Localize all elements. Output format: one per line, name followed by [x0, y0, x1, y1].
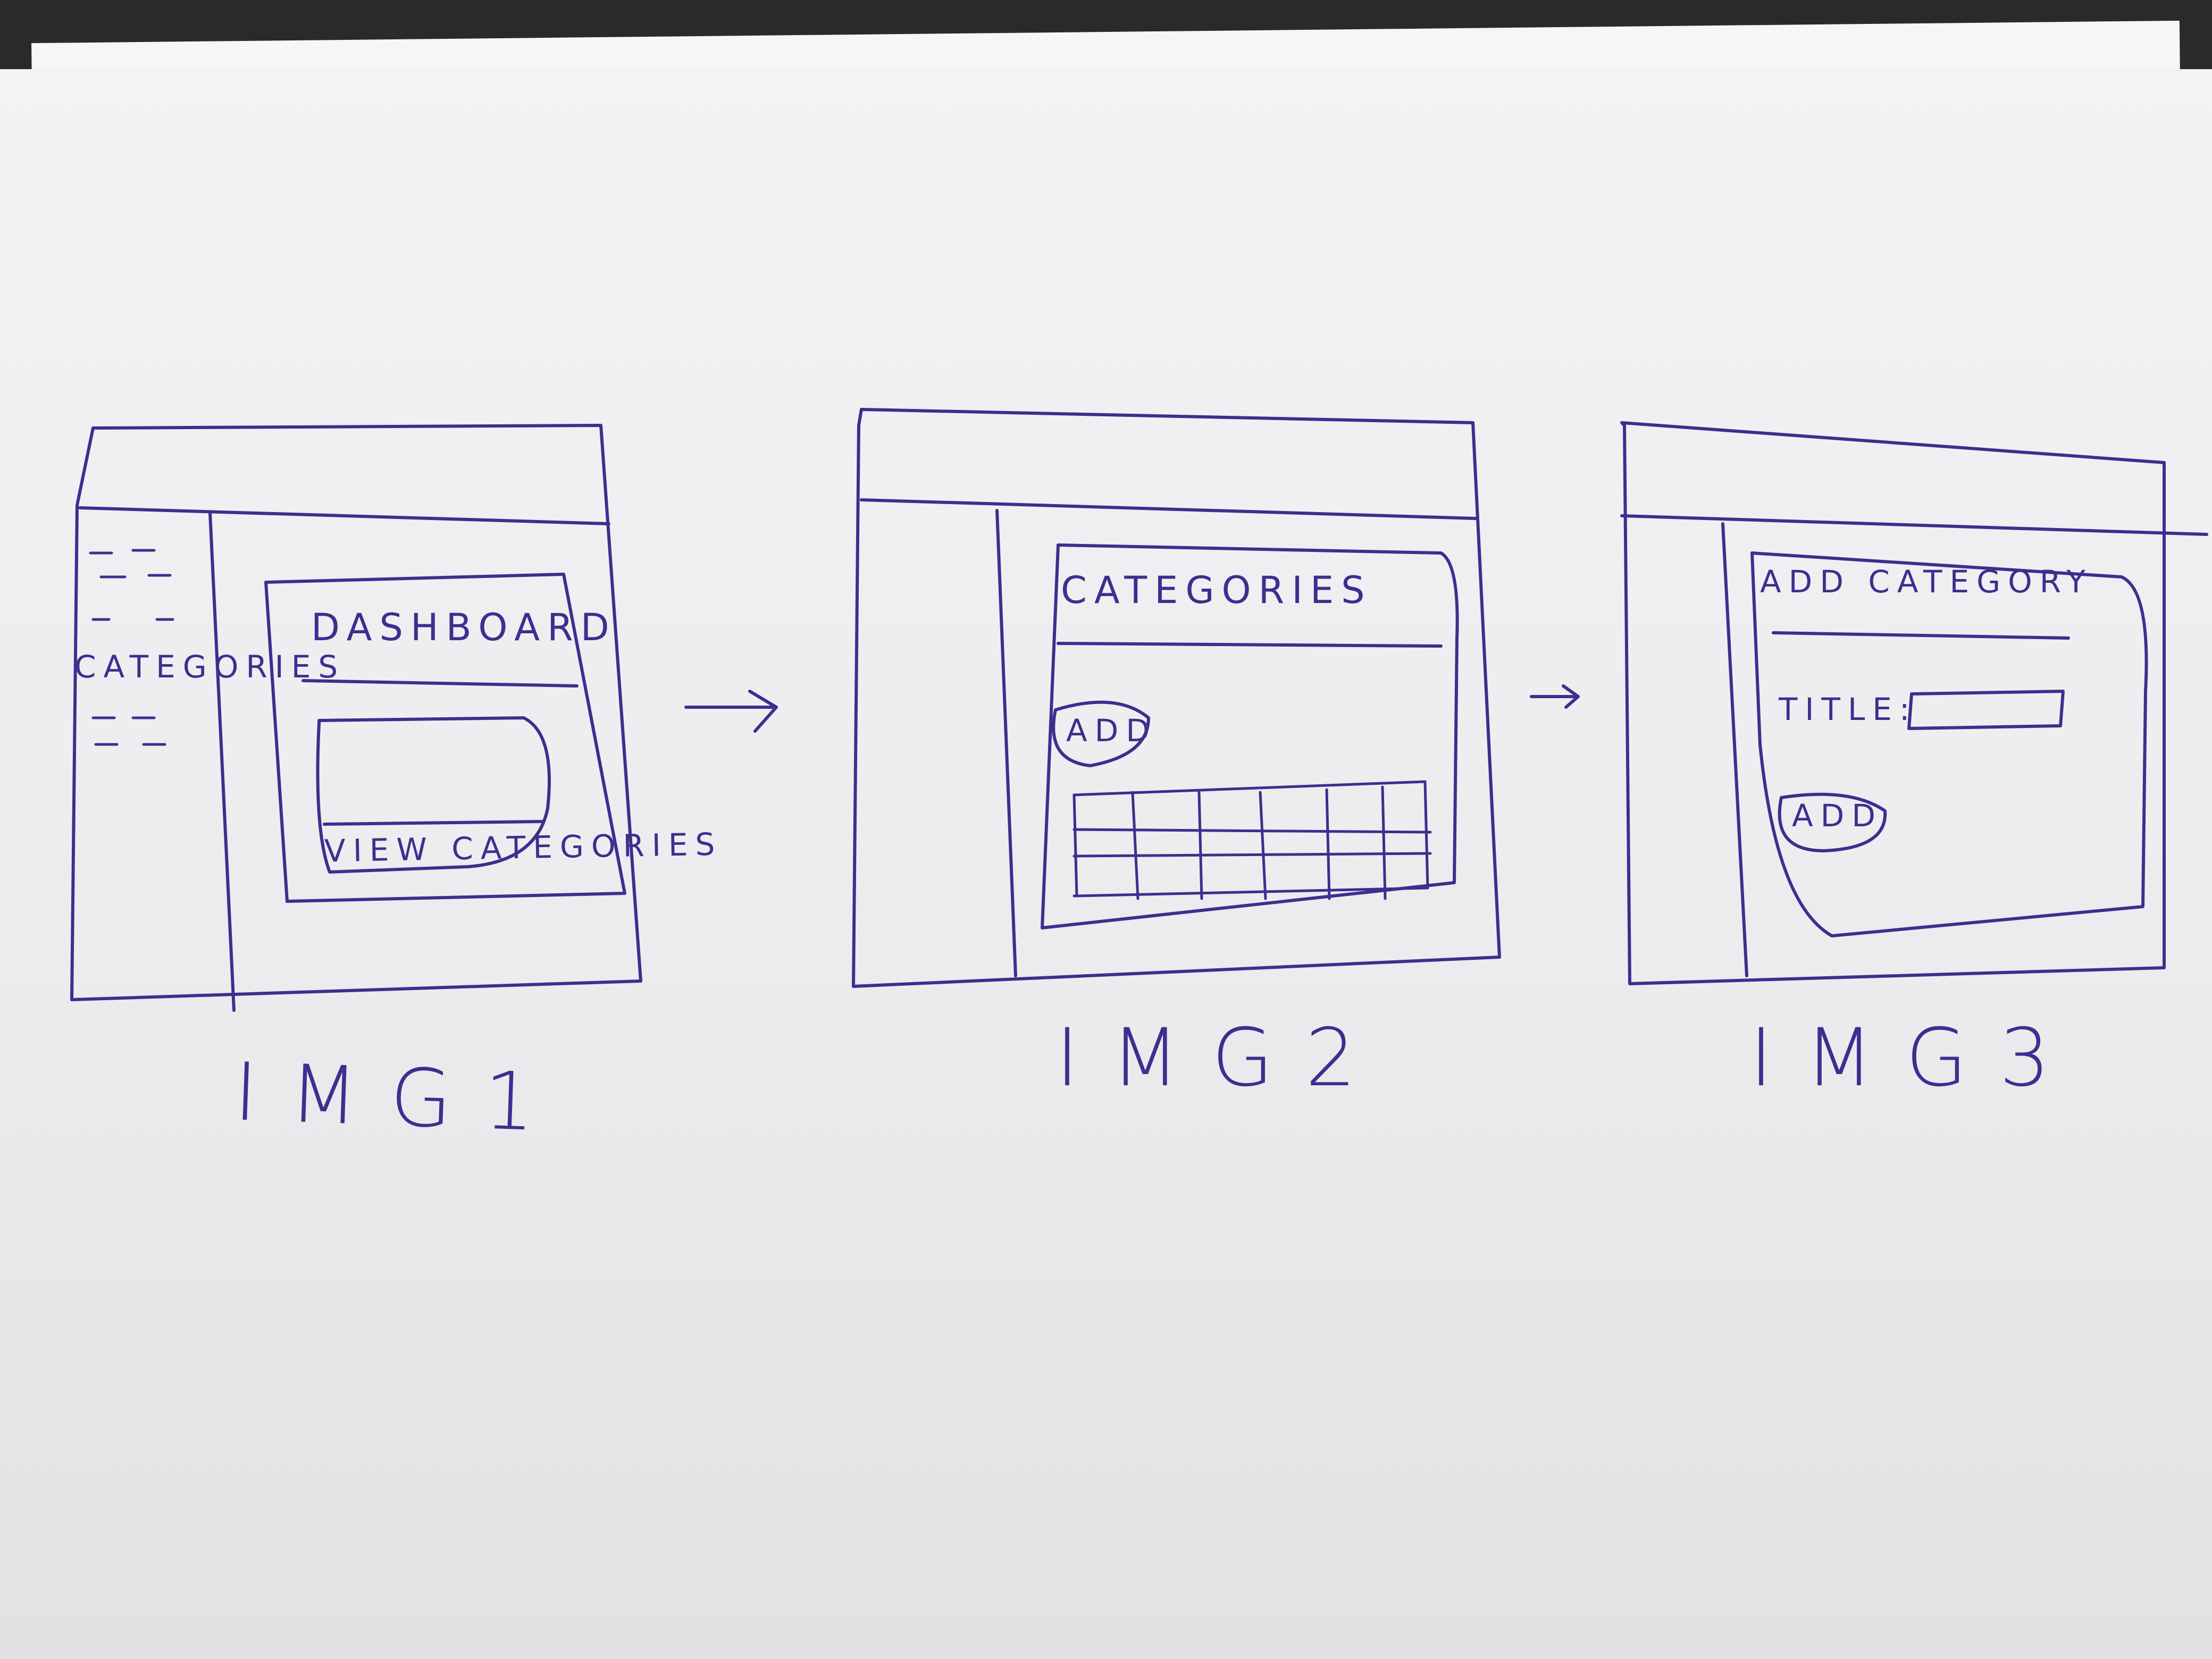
img1-wireframe — [70, 424, 642, 1012]
img1-sidebar-divider — [208, 512, 236, 1012]
img2-caption: IMG2 — [1055, 1012, 1388, 1104]
img1-sidebar-categories-link[interactable]: CATEGORIES — [74, 651, 345, 682]
img3-caption: IMG3 — [1749, 1012, 2082, 1104]
img1-sidebar-placeholder-2 — [99, 574, 172, 579]
flow-arrow-1-icon — [684, 690, 778, 733]
img3-sidebar-divider — [1721, 522, 1748, 977]
img3-add-category-title: ADD CATEGORY — [1760, 564, 2093, 600]
img2-table-grid — [1073, 780, 1432, 900]
img3-title-input[interactable] — [1914, 697, 2060, 726]
img2-wireframe — [852, 408, 1501, 988]
img3-card-outline — [1750, 551, 2148, 937]
img3-add-button[interactable]: ADD — [1792, 800, 1883, 831]
flow-arrow-2-icon — [1530, 684, 1580, 709]
img1-sidebar-placeholder-1 — [89, 549, 156, 555]
img2-window-outline — [852, 408, 1501, 988]
img1-dashboard-title: DASHBOARD — [311, 606, 617, 649]
img3-card-title-underline — [1772, 631, 2070, 640]
img2-card-title-underline — [1057, 642, 1443, 648]
img1-caption: IMG1 — [232, 1046, 568, 1150]
img2-header-divider — [860, 498, 1477, 520]
img2-sidebar-divider — [995, 509, 1017, 977]
img1-view-categories-link[interactable]: VIEW CATEGORIES — [324, 826, 723, 869]
img3-header-divider — [1620, 514, 2208, 536]
img1-widget-divider — [323, 820, 544, 826]
img1-header-divider — [78, 506, 610, 525]
img2-categories-title: CATEGORIES — [1061, 568, 1372, 612]
img3-title-field-label: TITLE: — [1779, 691, 1917, 727]
img2-add-button[interactable]: ADD — [1066, 715, 1157, 746]
